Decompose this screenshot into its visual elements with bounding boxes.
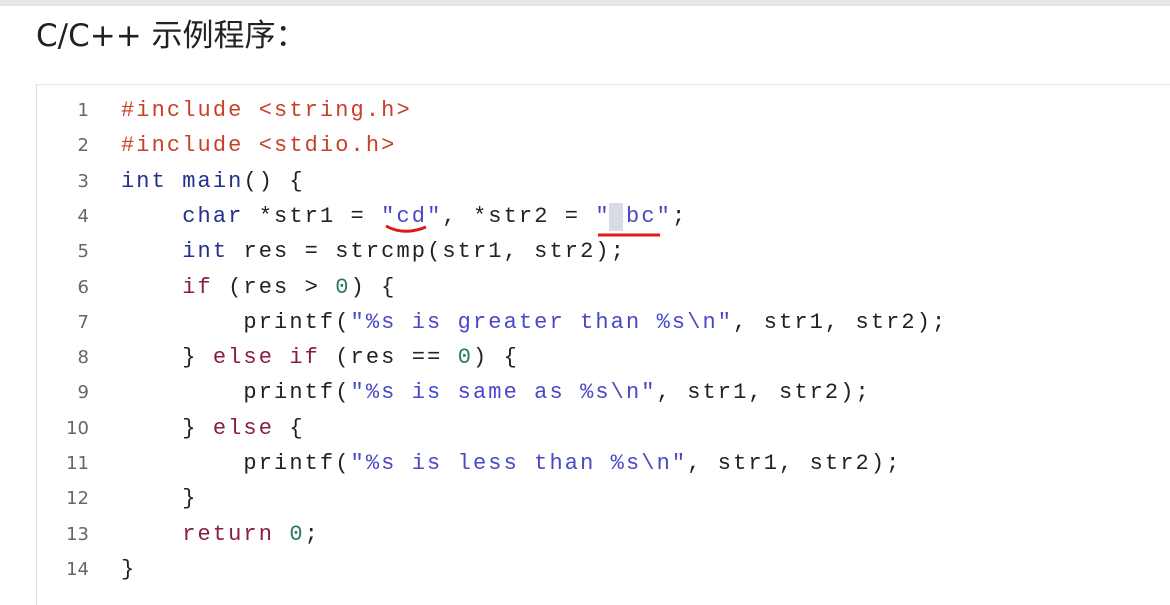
underline-cd — [385, 224, 427, 233]
annotation-underlines — [385, 224, 660, 237]
